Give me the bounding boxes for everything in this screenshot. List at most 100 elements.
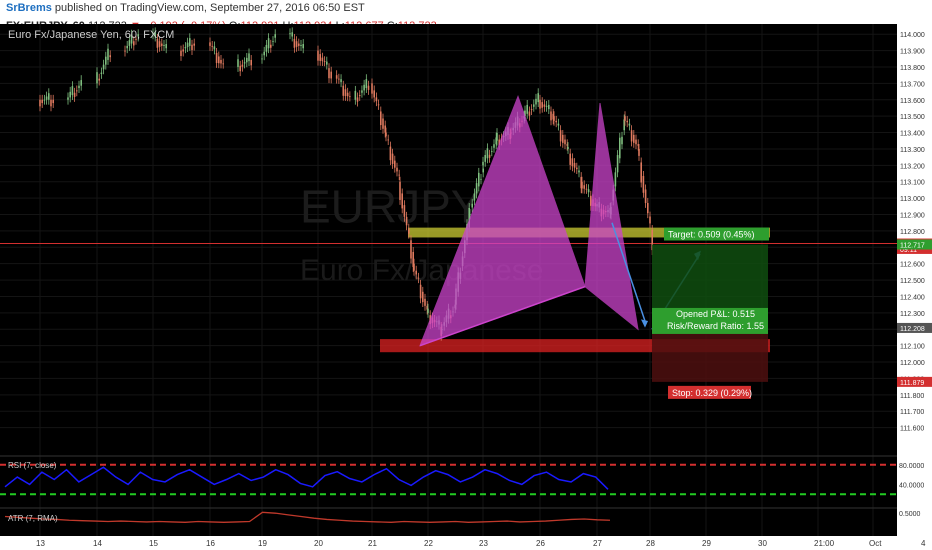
candle-body — [126, 45, 128, 49]
candle-body — [250, 59, 252, 66]
candle-body — [295, 41, 298, 47]
candle-body — [482, 161, 484, 166]
candle-body — [427, 308, 429, 313]
candle-body — [328, 68, 330, 79]
candle-body — [585, 188, 588, 190]
y-tick-label: 113.600 — [900, 98, 925, 105]
candle-body — [647, 202, 649, 214]
candle-body — [559, 130, 562, 142]
y-tick-label: 113.900 — [900, 49, 925, 56]
candle-body — [405, 216, 408, 226]
candle-body — [107, 48, 109, 60]
rsi-tick: 40.0000 — [899, 482, 924, 489]
x-tick-label: 21 — [368, 539, 377, 548]
candle-body — [124, 50, 126, 52]
candle-body — [241, 64, 244, 67]
candle-body — [387, 139, 389, 141]
candle-body — [567, 147, 569, 149]
candle-body — [553, 116, 555, 121]
candle-body — [424, 298, 426, 306]
candle-body — [530, 109, 533, 111]
candle-body — [356, 97, 359, 102]
candle-body — [373, 90, 375, 98]
position-tool[interactable]: Target: 0.509 (0.45%) Opened P&L: 0.515 Ri… — [652, 227, 769, 399]
candle-body — [394, 160, 396, 168]
candle-body — [189, 38, 191, 46]
y-tick-label: 111.800 — [900, 393, 924, 400]
x-tick-label: 14 — [93, 539, 102, 548]
candle-body — [78, 85, 80, 89]
y-tick-label: 113.400 — [900, 131, 925, 138]
x-tick-label: 23 — [479, 539, 488, 548]
candle-body — [321, 57, 324, 62]
candle-body — [272, 40, 274, 42]
candle-body — [493, 144, 495, 148]
candle-body — [211, 45, 213, 47]
candle-body — [562, 134, 564, 143]
candle-body — [71, 86, 74, 96]
atr-tick: 0.5000 — [899, 511, 921, 518]
time-axis[interactable]: 13 14 15 16 19 20 21 22 23 26 27 28 29 30 21:00 Oct 4 — [0, 536, 932, 550]
candle-body — [80, 80, 82, 86]
candle-body — [220, 59, 222, 64]
candle-body — [298, 43, 300, 46]
x-tick-label: 13 — [36, 539, 45, 548]
candle-body — [488, 154, 491, 158]
x-tick-label: 28 — [646, 539, 655, 548]
publish-bar: SrBrems published on TradingView.com, Se… — [0, 0, 932, 20]
candle-body — [263, 51, 265, 56]
candle-body — [367, 85, 370, 90]
candle-body — [52, 99, 54, 104]
candle-body — [100, 72, 103, 75]
rsi-label: RSI (7, close) — [8, 461, 57, 470]
candle-body — [541, 102, 543, 108]
candle-body — [401, 193, 403, 209]
x-tick-label: 29 — [702, 539, 711, 548]
atr-label: ATR (7, RMA) — [8, 514, 58, 523]
candle-body — [569, 153, 571, 165]
candle-body — [399, 181, 401, 200]
x-tick-label: Oct — [869, 539, 882, 548]
author-name[interactable]: SrBrems — [6, 2, 52, 14]
price-chart[interactable]: EURJPYEuro Fx/Japanese Target: 0.509 (0.… — [0, 24, 932, 550]
candle-body — [338, 78, 340, 80]
candle-body — [480, 178, 482, 180]
target-label: Target: 0.509 (0.45%) — [668, 230, 755, 240]
y-tick-label: 111.600 — [900, 426, 924, 433]
candle-body — [581, 181, 583, 189]
candle-body — [548, 104, 550, 110]
y-tick-label: 114.000 — [900, 32, 925, 39]
y-tick-label: 112.800 — [900, 229, 925, 236]
candle-body — [496, 133, 498, 141]
candle-body — [274, 34, 276, 38]
candle-body — [215, 52, 218, 63]
candle-body — [528, 111, 531, 116]
candle-body — [354, 90, 357, 100]
candle-body — [630, 130, 633, 142]
candle-body — [410, 240, 412, 259]
candle-body — [633, 134, 635, 143]
x-tick-label: 30 — [758, 539, 767, 548]
candle-body — [270, 44, 272, 48]
candle-body — [621, 136, 623, 145]
candle-body — [246, 57, 248, 63]
candle-body — [342, 85, 345, 96]
candle-body — [616, 155, 619, 173]
candle-body — [361, 90, 363, 93]
candle-body — [128, 40, 131, 46]
candle-body — [417, 277, 420, 279]
price-label: 112.717 — [900, 243, 925, 250]
chart-title: Euro Fx/Japanese Yen, 60, FXCM — [8, 29, 174, 41]
candle-body — [389, 146, 392, 161]
y-tick-label: 113.200 — [900, 163, 925, 170]
candle-body — [261, 58, 263, 60]
candle-body — [358, 95, 361, 97]
y-tick-label: 113.700 — [900, 81, 925, 88]
candle-body — [635, 139, 637, 145]
y-tick-label: 113.500 — [900, 114, 925, 121]
candle-body — [640, 162, 642, 183]
x-tick-label: 15 — [149, 539, 158, 548]
publish-info: published on TradingView.com, September … — [54, 2, 365, 14]
candle-body — [209, 42, 211, 46]
candle-body — [557, 123, 560, 126]
